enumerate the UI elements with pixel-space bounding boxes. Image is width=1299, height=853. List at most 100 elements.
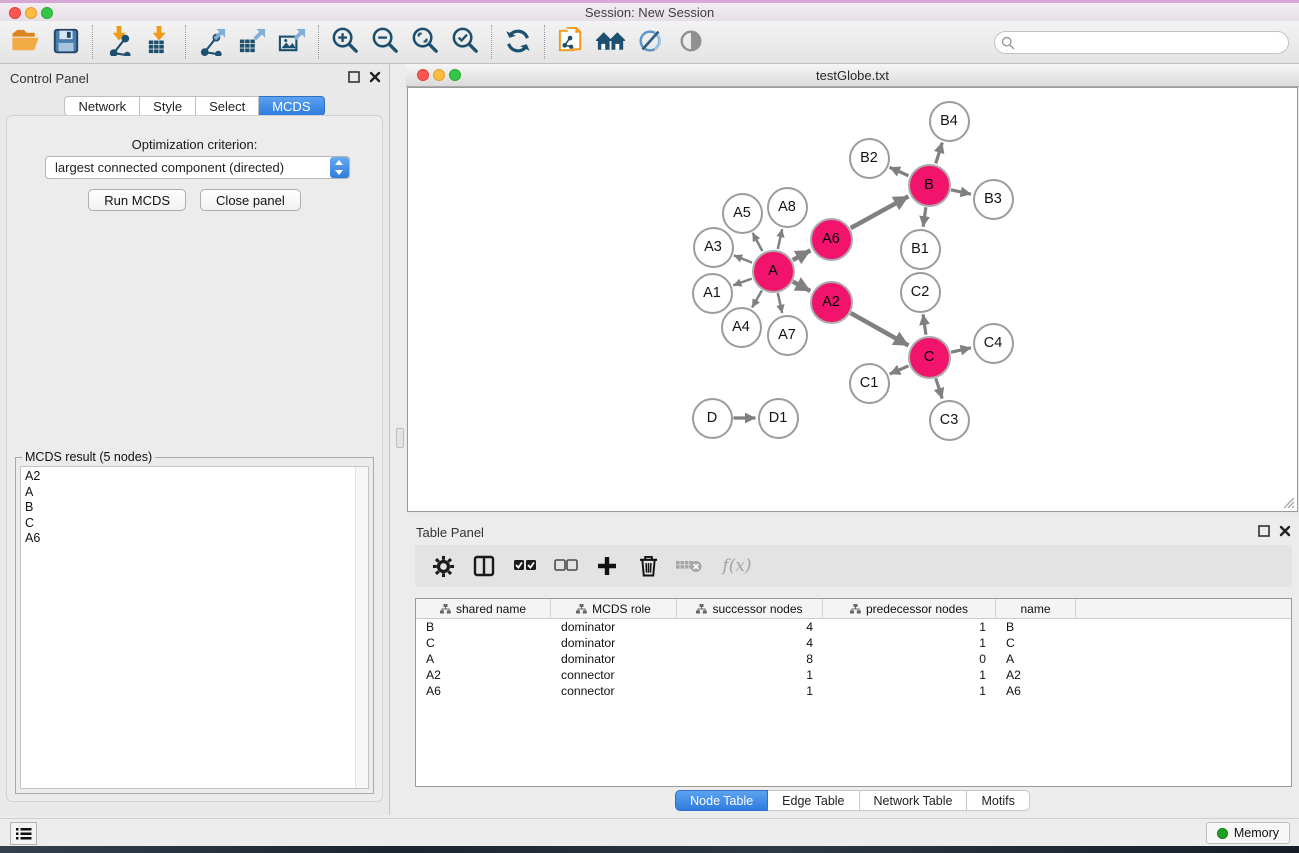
cell-predecessor-nodes[interactable]: 1 (823, 668, 996, 682)
export-table-button[interactable] (232, 23, 272, 61)
cell-shared-name[interactable]: A2 (416, 668, 551, 682)
edge-A-A8[interactable] (778, 229, 782, 249)
zoom-out-button[interactable] (365, 23, 405, 61)
result-scrollbar[interactable] (355, 467, 368, 788)
cell-successor-nodes[interactable]: 1 (677, 684, 823, 698)
edge-A-A5[interactable] (753, 233, 763, 251)
graph-node-A1[interactable]: A1 (692, 273, 733, 314)
graph-node-B2[interactable]: B2 (849, 138, 890, 179)
tab-network-table[interactable]: Network Table (860, 790, 968, 811)
cell-successor-nodes[interactable]: 8 (677, 652, 823, 666)
close-panel-button[interactable]: Close panel (200, 189, 301, 211)
float-table-panel-icon[interactable] (1258, 525, 1270, 537)
table-row[interactable]: Bdominator41B (416, 619, 1291, 635)
table-row[interactable]: A2connector11A2 (416, 667, 1291, 683)
network-canvas[interactable]: B4B2BB3A5A8A6B1A3AC2A1A2A4A7C4CC1DD1C3 (407, 87, 1298, 512)
table-row[interactable]: Cdominator41C (416, 635, 1291, 651)
cell-successor-nodes[interactable]: 4 (677, 620, 823, 634)
cell-shared-name[interactable]: A (416, 652, 551, 666)
deselect-all-button[interactable] (554, 554, 578, 578)
graph-node-A5[interactable]: A5 (722, 193, 763, 234)
cell-MCDS-role[interactable]: connector (551, 684, 677, 698)
memory-button[interactable]: Memory (1206, 822, 1290, 844)
tab-mcds[interactable]: MCDS (259, 96, 324, 116)
cell-shared-name[interactable]: A6 (416, 684, 551, 698)
mcds-result-list[interactable]: A2ABCA6 (20, 466, 369, 789)
edge-A-A3[interactable] (734, 255, 752, 262)
clone-network-button[interactable] (551, 23, 591, 61)
delete-table-button[interactable] (677, 554, 701, 578)
float-panel-icon[interactable] (348, 71, 360, 83)
graph-node-A2[interactable]: A2 (810, 281, 853, 324)
zoom-in-button[interactable] (325, 23, 365, 61)
graph-node-A4[interactable]: A4 (721, 307, 762, 348)
cell-shared-name[interactable]: C (416, 636, 551, 650)
edge-A-A7[interactable] (778, 293, 782, 313)
graph-node-A[interactable]: A (752, 250, 795, 293)
cell-name[interactable]: A2 (996, 668, 1076, 682)
edge-A6-B[interactable] (851, 196, 909, 228)
toggle-column-display-button[interactable] (472, 554, 496, 578)
cell-predecessor-nodes[interactable]: 1 (823, 684, 996, 698)
zoom-fit-button[interactable] (405, 23, 445, 61)
search-input[interactable] (1015, 34, 1288, 52)
close-table-panel-icon[interactable] (1279, 525, 1291, 537)
edge-A-A2[interactable] (793, 282, 810, 291)
cell-predecessor-nodes[interactable]: 1 (823, 636, 996, 650)
add-column-button[interactable] (595, 554, 619, 578)
graph-node-B[interactable]: B (908, 164, 951, 207)
cell-predecessor-nodes[interactable]: 1 (823, 620, 996, 634)
cell-MCDS-role[interactable]: connector (551, 668, 677, 682)
cell-name[interactable]: C (996, 636, 1076, 650)
graph-node-D1[interactable]: D1 (758, 398, 799, 439)
export-network-button[interactable] (192, 23, 232, 61)
resize-grip-icon[interactable] (1281, 495, 1295, 509)
network-window-titlebar[interactable]: testGlobe.txt (406, 64, 1299, 87)
cell-successor-nodes[interactable]: 1 (677, 668, 823, 682)
cell-name[interactable]: B (996, 620, 1076, 634)
refresh-layout-button[interactable] (498, 23, 538, 61)
run-mcds-button[interactable]: Run MCDS (88, 189, 186, 211)
mcds-result-item[interactable]: A (25, 485, 368, 501)
edge-B-B1[interactable] (923, 207, 926, 226)
edge-A2-C[interactable] (851, 313, 909, 345)
select-all-button[interactable] (513, 554, 537, 578)
edge-C-C4[interactable] (951, 348, 971, 352)
export-image-button[interactable] (272, 23, 312, 61)
edge-C-C3[interactable] (936, 378, 942, 398)
edge-C-C1[interactable] (890, 366, 909, 374)
show-hide-graphics-button[interactable] (671, 23, 711, 61)
mcds-result-item[interactable]: C (25, 516, 368, 532)
graph-node-C2[interactable]: C2 (900, 272, 941, 313)
graph-node-D[interactable]: D (692, 398, 733, 439)
graph-node-B1[interactable]: B1 (900, 229, 941, 270)
table-row[interactable]: Adominator80A (416, 651, 1291, 667)
cell-name[interactable]: A6 (996, 684, 1076, 698)
edge-A-A4[interactable] (752, 291, 762, 308)
tab-edge-table[interactable]: Edge Table (768, 790, 859, 811)
split-pane-handle[interactable] (396, 428, 404, 448)
home-button[interactable] (591, 23, 631, 61)
tab-node-table[interactable]: Node Table (675, 790, 768, 811)
tab-motifs[interactable]: Motifs (967, 790, 1029, 811)
graph-node-A8[interactable]: A8 (767, 187, 808, 228)
close-panel-icon[interactable] (369, 71, 381, 83)
column-header-successor-nodes[interactable]: successor nodes (677, 599, 823, 618)
task-history-button[interactable] (10, 822, 37, 845)
graph-node-C4[interactable]: C4 (973, 323, 1014, 364)
edge-B-B4[interactable] (936, 142, 943, 163)
attribute-settings-button[interactable] (431, 554, 455, 578)
graph-node-B3[interactable]: B3 (973, 179, 1014, 220)
edge-C-C2[interactable] (923, 314, 926, 334)
function-builder-button[interactable]: f(x) (718, 554, 756, 578)
open-session-button[interactable] (6, 23, 46, 61)
toggle-graphics-details-button[interactable] (631, 23, 671, 61)
cell-name[interactable]: A (996, 652, 1076, 666)
graph-node-A7[interactable]: A7 (767, 315, 808, 356)
mcds-result-item[interactable]: A6 (25, 531, 368, 547)
search-box[interactable] (994, 31, 1289, 54)
graph-node-A6[interactable]: A6 (810, 218, 853, 261)
edge-B-B2[interactable] (890, 167, 909, 176)
column-header-MCDS-role[interactable]: MCDS role (551, 599, 677, 618)
tab-select[interactable]: Select (196, 96, 259, 116)
